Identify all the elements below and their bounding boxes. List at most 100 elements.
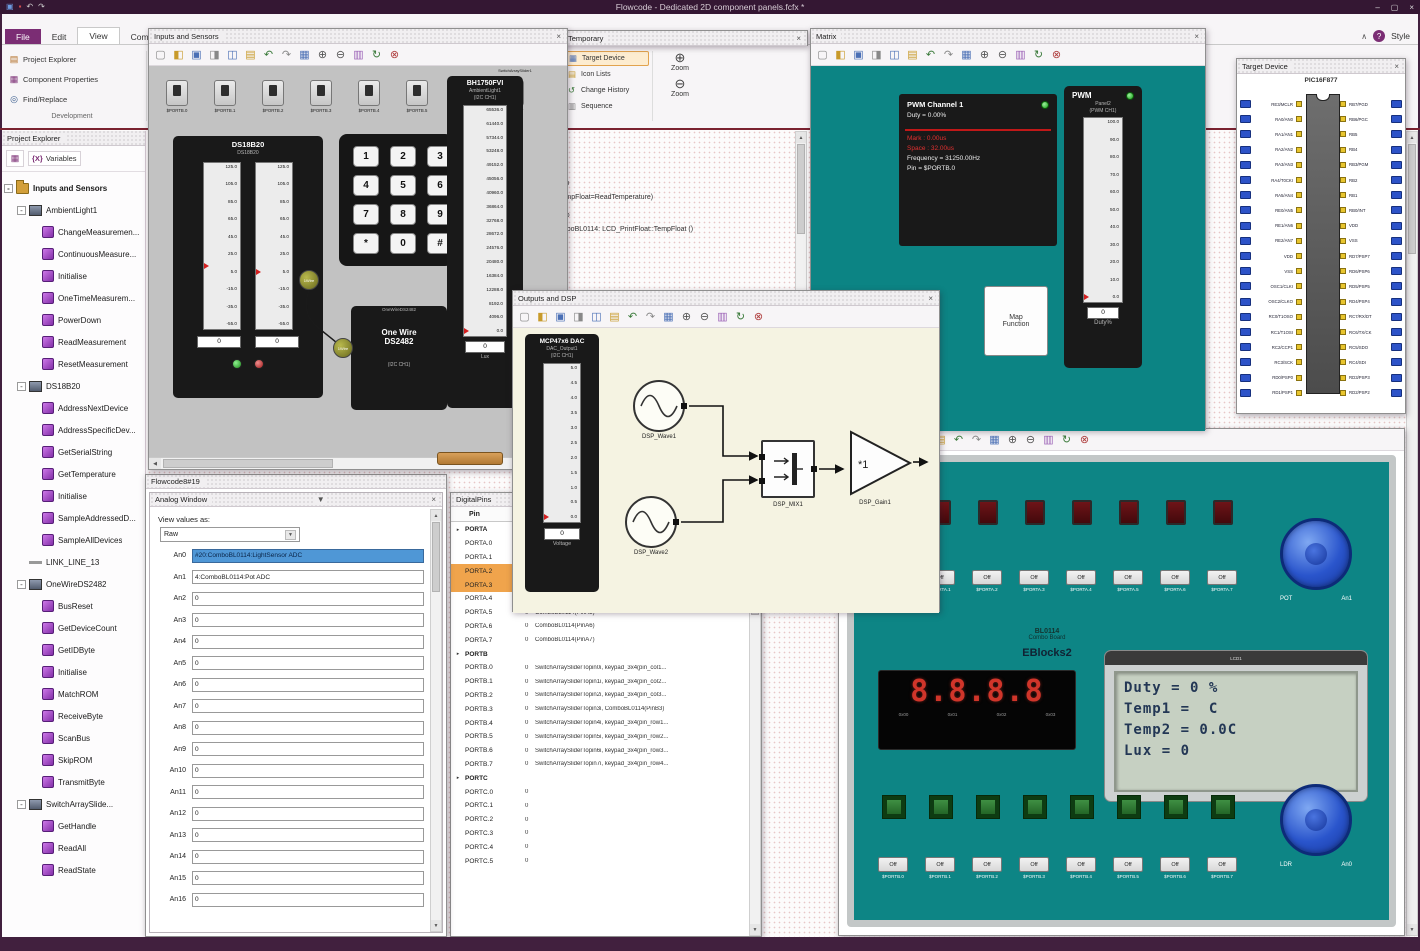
PORTB.7[interactable]: PORTB.7 0 SwitchArraySliderTopin7i, keyp… [451,758,748,772]
zoom-out-icon[interactable]: ⊖ [1022,431,1039,448]
new-icon[interactable]: ▢ [516,308,533,325]
pin-pad[interactable] [1340,359,1346,366]
pin-pad[interactable] [1296,283,1302,290]
pin-pad[interactable] [1296,237,1302,244]
zoom-out-icon[interactable]: ⊖ [994,46,1011,63]
expander-icon[interactable] [17,579,26,589]
pin-connector[interactable] [1391,206,1402,215]
help-icon[interactable]: ? [1373,30,1386,42]
tree-item[interactable]: Inputs and Sensors [2,177,145,199]
pin-connector[interactable] [1391,160,1402,169]
pin-pad[interactable] [1296,101,1302,107]
layers-icon[interactable]: ▥ [714,308,731,325]
copy-icon[interactable]: ◫ [886,46,903,63]
tree-item[interactable]: GetHandle [2,815,145,837]
pin-pad[interactable] [1340,374,1346,381]
panel-switch[interactable]: $PORTB.3 [309,80,333,113]
pin-connector[interactable] [1240,160,1251,169]
PORTC.0[interactable]: PORTC.0 0 [451,785,748,799]
pin-connector[interactable] [1240,176,1251,185]
toggle-switch[interactable] [214,80,236,106]
tree-item[interactable]: Initialise [2,661,145,683]
PORTA.6[interactable]: PORTA.6 0 ComboBL0114(PinA6) [451,620,748,634]
close-icon[interactable]: × [1392,61,1401,71]
pin-connector[interactable] [1391,145,1402,154]
close-icon[interactable]: × [429,495,438,504]
off-button[interactable]: Off [1207,570,1237,585]
analog-value-field[interactable]: 0 [192,763,424,778]
dsp-wave2-component[interactable] [625,496,679,548]
PORTC.2[interactable]: PORTC.2 0 [451,813,748,827]
PORTA.7[interactable]: PORTA.7 0 ComboBL0114(PinA7) [451,633,748,647]
tree-item[interactable]: SkipROM [2,749,145,771]
zoom-button[interactable]: Zoom [658,91,702,98]
tree-item[interactable]: BusReset [2,595,145,617]
green-button[interactable] [1070,795,1094,819]
PORTB[interactable]: PORTB [451,647,748,661]
close-icon[interactable]: × [1409,3,1414,12]
pin-pad[interactable] [1340,283,1346,290]
view-toggle[interactable]: ▤ Icon Lists [565,67,649,82]
analog-value-field[interactable]: 0 [192,892,424,907]
save-icon[interactable]: ▣ [850,46,867,63]
PORTB.6[interactable]: PORTB.6 0 SwitchArraySliderTopin6i, keyp… [451,744,748,758]
analog-value-field[interactable]: 0 [192,613,424,628]
pin-connector[interactable] [1391,358,1402,367]
zoom-in-icon[interactable]: ⊕ [976,46,993,63]
zoom-out-icon[interactable]: ⊖ [658,77,702,91]
scrollbar[interactable] [430,509,442,932]
pin-connector[interactable] [1391,236,1402,245]
keypad-key[interactable]: * [353,233,379,254]
copy-icon[interactable]: ◫ [224,46,241,63]
variables-button[interactable]: {X} Variables [28,151,81,166]
delete-icon[interactable]: ⊗ [386,46,403,63]
pin-pad[interactable] [1340,344,1346,351]
new-icon[interactable]: ▢ [152,46,169,63]
pin-pad[interactable] [1340,146,1346,153]
pin-pad[interactable] [1340,389,1346,396]
pin-connector[interactable] [1391,373,1402,382]
pin-pad[interactable] [1296,313,1302,320]
redo-icon[interactable]: ↷ [642,308,659,325]
PORTC.3[interactable]: PORTC.3 0 [451,827,748,841]
zoom-in-icon[interactable]: ⊕ [1004,431,1021,448]
pin-connector[interactable] [1240,388,1251,397]
green-button[interactable] [882,795,906,819]
PORTB.5[interactable]: PORTB.5 0 SwitchArraySliderTopin5i, keyp… [451,730,748,744]
delete-icon[interactable]: ⊗ [1048,46,1065,63]
panel-switch[interactable]: $PORTB.2 [261,80,285,113]
expander-icon[interactable] [4,183,13,193]
undo-icon[interactable]: ↶ [624,308,641,325]
pin-pad[interactable] [1340,298,1346,305]
onewire-connector[interactable]: 1Wire [333,338,353,358]
close-icon[interactable]: × [1192,31,1201,41]
panel-switch[interactable]: $PORTB.5 [405,80,429,113]
save-icon[interactable]: ▣ [188,46,205,63]
toggle-switch[interactable] [406,80,428,106]
PORTB.0[interactable]: PORTB.0 0 SwitchArraySliderTopin0i, keyp… [451,661,748,675]
pin-pad[interactable] [1296,192,1302,199]
save-icon[interactable]: ▣ [552,308,569,325]
layers-icon[interactable]: ▥ [1012,46,1029,63]
PORTB.2[interactable]: PORTB.2 0 SwitchArraySliderTopin2i, keyp… [451,689,748,703]
undo-icon[interactable]: ↶ [26,3,33,11]
ds18b20-component[interactable]: DS18B20 DS18B20 125.0 105.0 85.0 65.0 45.0 25… [173,136,323,398]
green-button[interactable] [929,795,953,819]
pin-connector[interactable] [1391,221,1402,230]
horizontal-scrollbar[interactable] [149,457,567,469]
pin-connector[interactable] [1391,176,1402,185]
green-button[interactable] [1117,795,1141,819]
PORTB.1[interactable]: PORTB.1 0 SwitchArraySliderTopin1i, keyp… [451,675,748,689]
tree-item[interactable]: ReadState [2,859,145,881]
tree-item[interactable]: GetDeviceCount [2,617,145,639]
redo-icon[interactable]: ↷ [278,46,295,63]
pin-connector[interactable] [1240,221,1251,230]
analog-value-field[interactable]: 0 [192,871,424,886]
off-button[interactable]: Off [1113,857,1143,872]
delete-icon[interactable]: ⊗ [750,308,767,325]
zoom-in-icon[interactable]: ⊕ [678,308,695,325]
dock-icon[interactable]: ▼ [314,495,327,504]
pin-pad[interactable] [1340,268,1346,275]
pin-connector[interactable] [1240,236,1251,245]
pin-pad[interactable] [1296,359,1302,366]
